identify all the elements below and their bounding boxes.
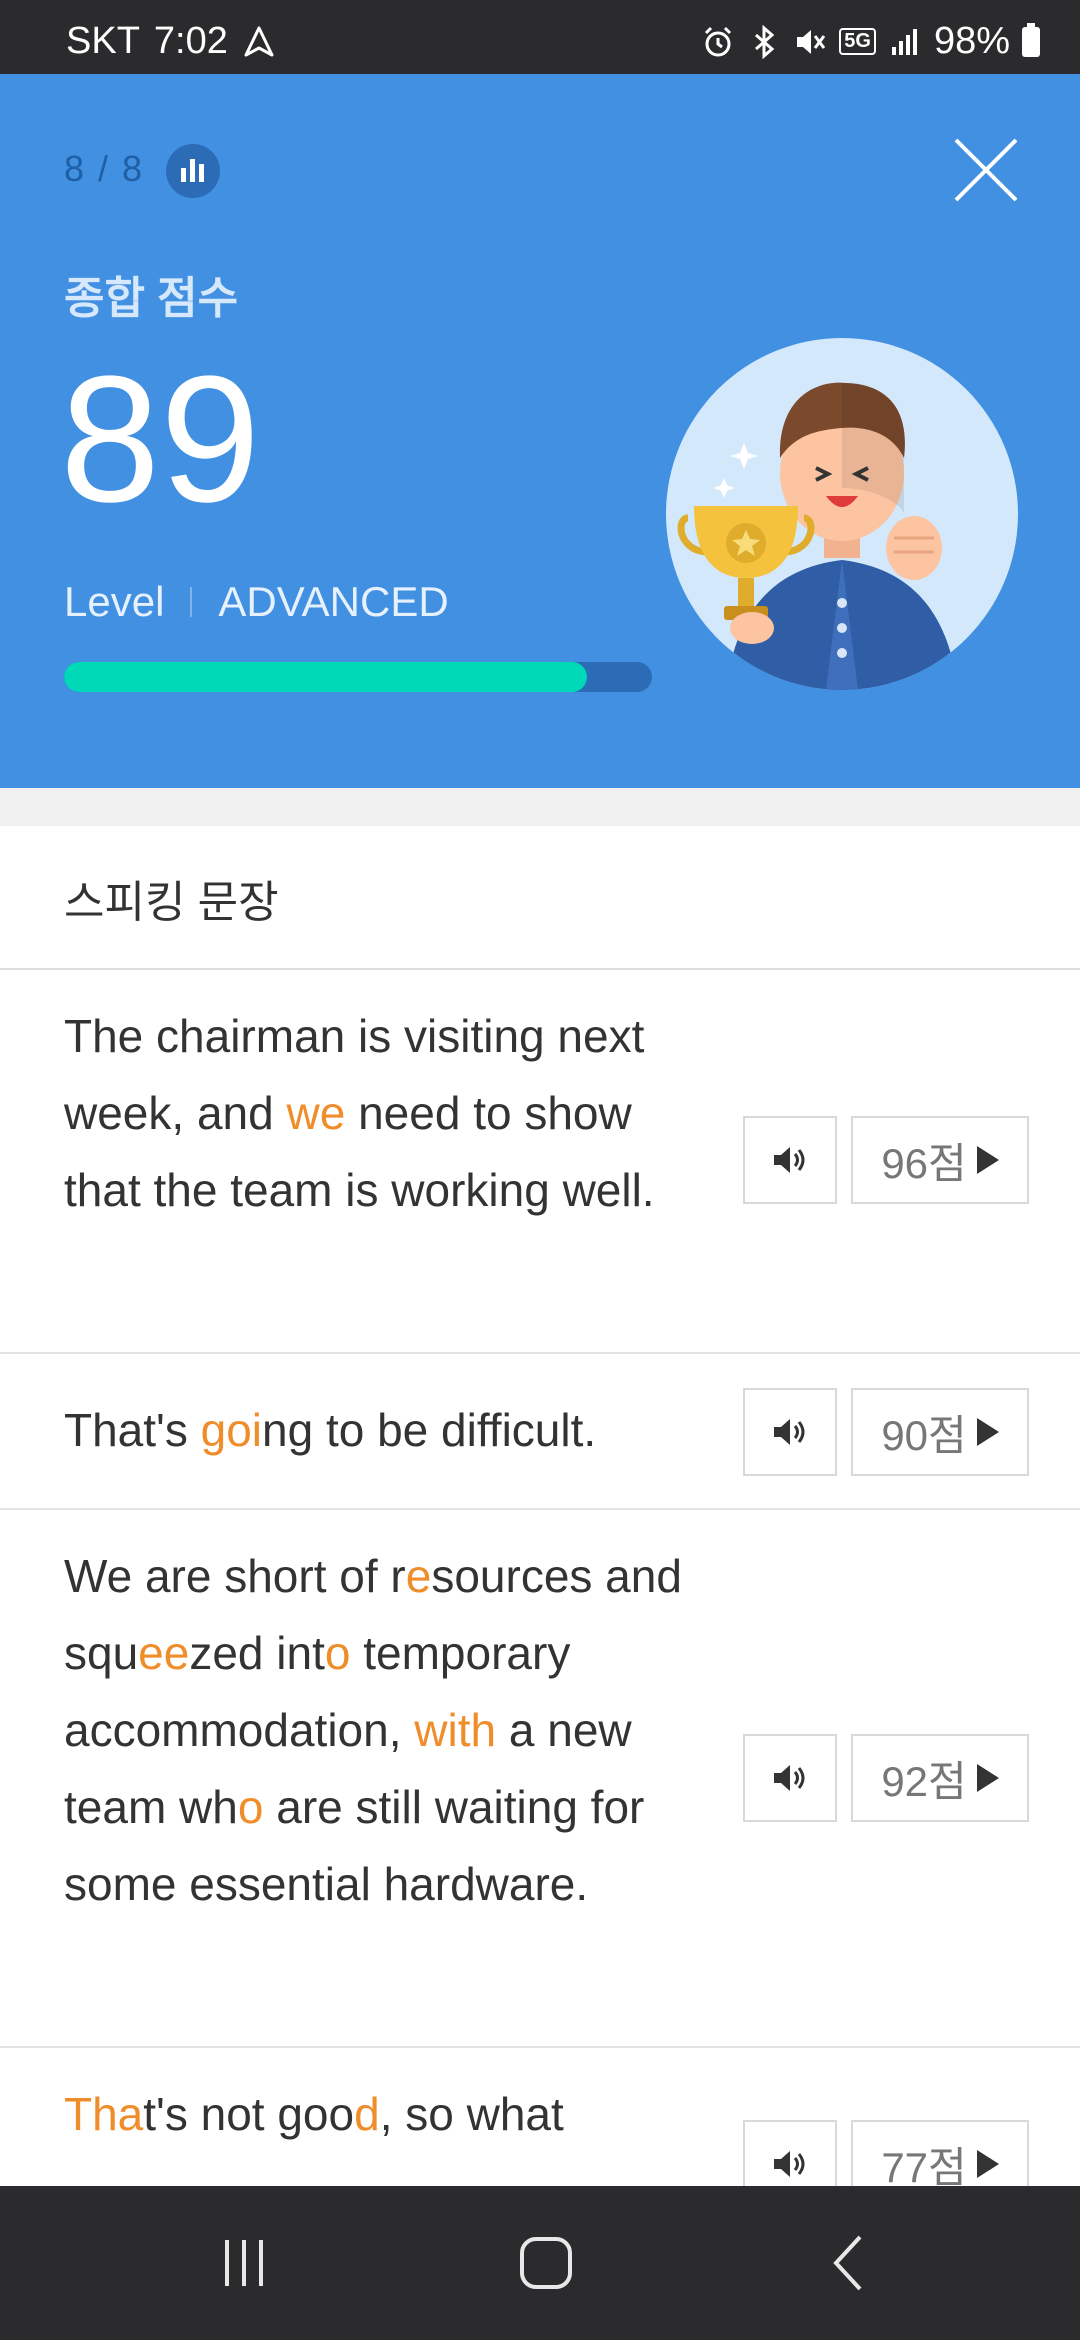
section-divider — [0, 788, 1080, 826]
home-icon[interactable] — [511, 2228, 581, 2298]
sentence-row: That's going to be difficult. 90점 — [0, 1354, 1080, 1510]
mispronounced-segment: e — [405, 1550, 432, 1602]
progress-count: 8 / 8 — [64, 148, 145, 189]
clock: 7:02 — [153, 20, 228, 62]
play-audio-button[interactable] — [743, 1116, 837, 1204]
back-icon[interactable] — [814, 2228, 884, 2298]
sentence-text: That's not good, so what — [64, 2076, 704, 2153]
total-score-label: 종합 점수 — [64, 274, 239, 323]
bar-chart-icon[interactable] — [166, 144, 220, 198]
recent-apps-icon[interactable] — [209, 2228, 279, 2298]
level-label: Level — [64, 578, 165, 625]
section-title: 스피킹 문장 — [64, 878, 279, 927]
speaker-icon — [774, 1419, 805, 1445]
trophy-avatar-illustration — [666, 338, 1018, 690]
sentence-text: That's going to be difficult. — [64, 1392, 704, 1469]
sentence-score-button[interactable]: 96점 — [851, 1116, 1029, 1204]
mispronounced-segment: ee — [138, 1627, 190, 1679]
speaker-icon — [774, 1765, 805, 1791]
play-icon — [976, 2150, 999, 2178]
navigation-bar — [0, 2186, 1080, 2340]
mispronounced-segment: o — [237, 1781, 264, 1833]
signal-icon — [891, 28, 917, 55]
level-progress-bar — [64, 662, 652, 692]
network-badge: 5G — [839, 28, 876, 55]
mispronounced-segment: goi — [200, 1404, 262, 1456]
mispronounced-segment: d — [354, 2088, 380, 2140]
sentence-text: The chairman is visiting next week, and … — [64, 998, 704, 1229]
close-icon[interactable] — [952, 136, 1020, 204]
sentence-score-button[interactable]: 90점 — [851, 1388, 1029, 1476]
sentence-segment: ng to be difficult. — [262, 1404, 597, 1456]
speaker-icon — [774, 1147, 805, 1173]
status-left: SKT 7:02 — [66, 20, 276, 63]
sentence-segment: zed int — [189, 1627, 325, 1679]
play-icon — [976, 1418, 999, 1446]
mispronounced-segment: we — [286, 1087, 346, 1139]
sentence-score: 92점 — [881, 1757, 967, 1805]
mispronounced-segment: with — [414, 1704, 497, 1756]
level-value: ADVANCED — [218, 578, 449, 625]
mispronounced-segment: Tha — [64, 2088, 144, 2140]
mispronounced-segment: o — [324, 1627, 351, 1679]
alarm-icon — [705, 26, 732, 56]
sentence-segment: That's — [64, 1404, 201, 1456]
battery-percent: 98% — [933, 20, 1010, 62]
play-audio-button[interactable] — [743, 1388, 837, 1476]
bluetooth-icon — [755, 24, 775, 59]
play-audio-button[interactable] — [743, 1734, 837, 1822]
sentence-row: The chairman is visiting next week, and … — [0, 970, 1080, 1354]
level-progress-fill — [64, 662, 588, 692]
play-icon — [976, 1146, 999, 1174]
sentence-segment: t's not goo — [143, 2088, 355, 2140]
battery-icon — [1022, 22, 1040, 57]
total-score-value: 89 — [60, 339, 261, 540]
play-icon — [976, 1764, 999, 1792]
navigation-arrow-icon — [244, 26, 274, 56]
sentence-score-button[interactable]: 92점 — [851, 1734, 1029, 1822]
mute-icon — [797, 29, 826, 54]
level-row: Level ADVANCED — [64, 578, 449, 626]
level-divider — [190, 587, 193, 617]
sentence-score: 96점 — [881, 1139, 967, 1187]
carrier-label: SKT — [66, 20, 140, 62]
sentence-text: We are short of resources and squeezed i… — [64, 1538, 704, 1923]
speaker-icon — [774, 2151, 805, 2177]
status-bar: SKT 7:02 5G 98% — [0, 0, 1080, 74]
sentence-segment: We are short of r — [64, 1550, 406, 1602]
status-right: 5G 98% — [701, 20, 1040, 63]
sentence-segment: , so what — [379, 2088, 564, 2140]
sentence-row: We are short of resources and squeezed i… — [0, 1510, 1080, 2048]
sentence-score: 90점 — [881, 1411, 967, 1459]
